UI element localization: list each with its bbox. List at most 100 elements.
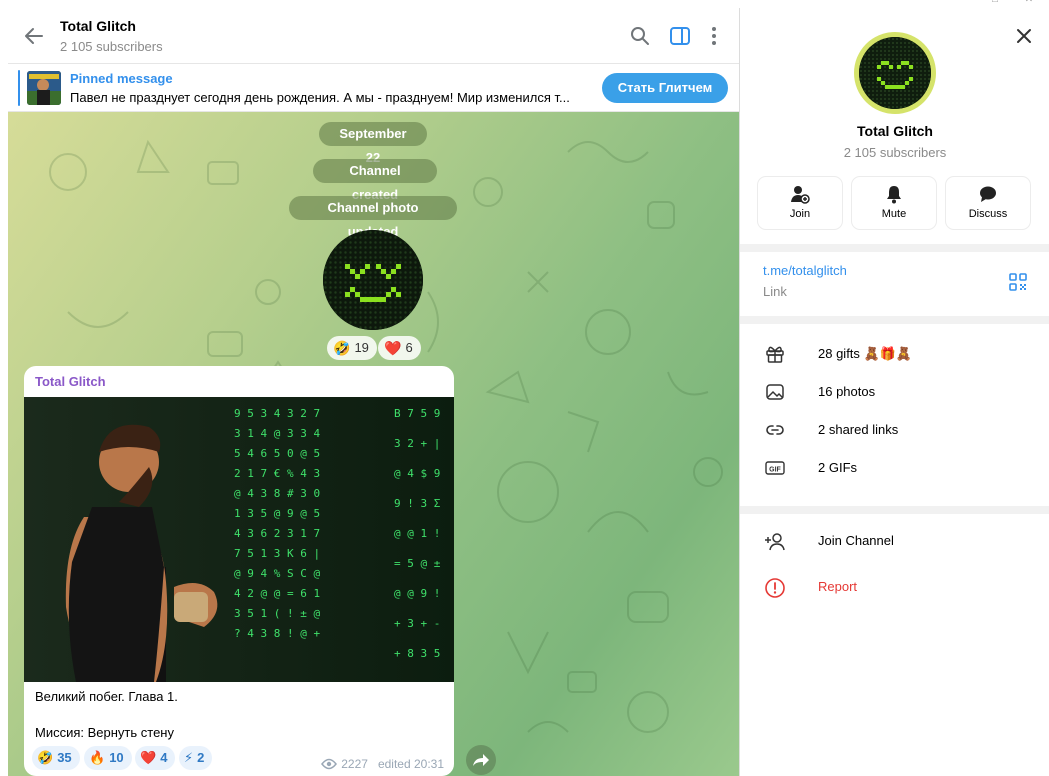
channel-photo[interactable]	[323, 230, 423, 330]
search-icon[interactable]	[628, 24, 652, 48]
rofl-emoji: 🤣	[333, 340, 351, 356]
gif-icon: GIF	[765, 461, 785, 475]
channel-info-panel: Total Glitch 2 105 subscribers Join Mute…	[739, 8, 1049, 776]
minimize-icon[interactable]: –	[954, 0, 968, 5]
svg-text:7 5 1 3 K 6 |: 7 5 1 3 K 6 |	[234, 547, 320, 560]
chat-subscribers: 2 105 subscribers	[60, 39, 163, 54]
report-row[interactable]: Report	[740, 567, 1049, 607]
more-menu-icon[interactable]	[702, 24, 726, 48]
sidebar-toggle-icon[interactable]	[668, 24, 692, 48]
post-text-line2: Миссия: Вернуть стену	[35, 725, 174, 740]
svg-text:2 1 7 € % 4 3: 2 1 7 € % 4 3	[234, 467, 320, 480]
chat-background: September 22 Channel created Channel pho…	[8, 112, 739, 776]
pinned-thumbnail	[27, 71, 61, 105]
svg-text:? 4 3 8 ! @ +: ? 4 3 8 ! @ +	[234, 627, 320, 640]
reaction-count: 4	[160, 750, 168, 765]
fire-emoji: 🔥	[89, 750, 106, 765]
panel-channel-title: Total Glitch	[857, 123, 933, 139]
link-icon	[766, 425, 784, 435]
chat-bubble-icon	[980, 186, 996, 202]
channel-info-header: Total Glitch 2 105 subscribers Join Mute…	[740, 8, 1049, 244]
post-image[interactable]: 9 5 3 4 3 2 7 3 1 4 @ 3 3 4 5 4 6 5 0 @ 5…	[24, 397, 454, 682]
svg-text:9 5 3 4 3 2 7: 9 5 3 4 3 2 7	[234, 407, 320, 420]
link-label: Link	[763, 284, 787, 299]
channel-link[interactable]: t.me/totalglitch	[763, 263, 847, 278]
post-text-line1: Великий побег. Глава 1.	[35, 689, 178, 704]
gifs-text: 2 GIFs	[818, 460, 858, 475]
svg-text:B 7 5 9: B 7 5 9	[394, 407, 440, 420]
post-author[interactable]: Total Glitch	[35, 374, 106, 389]
add-user-icon	[765, 533, 785, 551]
svg-text:5 4 6 5 0 @ 5: 5 4 6 5 0 @ 5	[234, 447, 320, 460]
mute-label: Mute	[881, 208, 907, 220]
svg-text:@ @ 9 !: @ @ 9 !	[394, 587, 440, 600]
svg-text:@ 4 3 8 # 3 0: @ 4 3 8 # 3 0	[234, 487, 320, 500]
discuss-button[interactable]: Discuss	[946, 177, 1030, 229]
reaction-count: 6	[405, 340, 413, 355]
pinned-indicator	[18, 70, 20, 106]
chat-column: Total Glitch 2 105 subscribers Pinned me…	[8, 8, 739, 776]
bell-icon	[887, 186, 901, 204]
edited-time: edited 20:31	[377, 757, 444, 771]
gifs-row[interactable]: GIF 2 GIFs	[740, 449, 1049, 487]
maximize-icon[interactable]: □	[988, 0, 1002, 5]
chat-title[interactable]: Total Glitch	[60, 18, 136, 34]
pinned-message-bar[interactable]: Pinned message Павел не празднует сегодн…	[8, 64, 739, 112]
reaction-heart[interactable]: ❤️ 6	[378, 336, 421, 360]
gifts-row[interactable]: 28 gifts 🧸🎁🧸	[740, 335, 1049, 373]
shared-links-text: 2 shared links	[818, 422, 899, 437]
reaction-count: 19	[354, 340, 369, 355]
report-text: Report	[818, 579, 858, 594]
view-count: 2227	[341, 757, 368, 771]
join-button[interactable]: Join	[758, 177, 842, 229]
svg-text:@ @ 1 !: @ @ 1 !	[394, 527, 440, 540]
svg-text:9 ! 3 Σ: 9 ! 3 Σ	[394, 497, 441, 510]
svg-text:+ 8 3 5: + 8 3 5	[394, 647, 440, 660]
date-separator: September 22	[319, 122, 427, 165]
shared-media-section: 28 gifts 🧸🎁🧸 16 photos 2 shared links GI…	[740, 324, 1049, 506]
svg-text:3 2 + |: 3 2 + |	[394, 437, 440, 450]
post-reaction-heart[interactable]: ❤️ 4	[135, 746, 176, 770]
discuss-label: Discuss	[968, 208, 1008, 220]
heart-emoji: ❤️	[384, 340, 402, 356]
close-icon[interactable]	[1012, 24, 1036, 48]
reaction-rofl[interactable]: 🤣 19	[327, 336, 377, 360]
post-reaction-fire[interactable]: 🔥 10	[84, 746, 132, 770]
pinned-title: Pinned message	[70, 71, 173, 86]
photo-icon	[766, 384, 784, 400]
become-glitch-button[interactable]: Стать Глитчем	[602, 73, 728, 103]
qr-code-icon[interactable]	[1008, 272, 1028, 292]
svg-text:3 5 1 ( ! ± @: 3 5 1 ( ! ± @	[234, 607, 320, 620]
svg-text:4 2 @ @ = 6 1: 4 2 @ @ = 6 1	[234, 587, 320, 600]
photos-row[interactable]: 16 photos	[740, 373, 1049, 411]
gifts-text: 28 gifts 🧸🎁🧸	[818, 346, 913, 361]
post-reaction-rofl[interactable]: 🤣 35	[32, 746, 80, 770]
svg-text:4 3 6 2 3 1 7: 4 3 6 2 3 1 7	[234, 527, 320, 540]
join-label: Join	[789, 208, 811, 220]
heart-emoji: ❤️	[140, 750, 157, 765]
chat-header: Total Glitch 2 105 subscribers	[8, 8, 739, 64]
window-close-icon[interactable]: ✕	[1022, 0, 1036, 5]
service-channel-created: Channel created	[313, 159, 437, 202]
gift-emojis: 🧸🎁🧸	[863, 346, 913, 361]
svg-text:@ 4 $ 9: @ 4 $ 9	[394, 467, 440, 480]
svg-text:= 5 @ ±: = 5 @ ±	[394, 557, 441, 570]
join-channel-row[interactable]: Join Channel	[740, 521, 1049, 561]
post-reaction-lightning[interactable]: ⚡ 2	[179, 746, 213, 770]
add-user-icon	[791, 186, 810, 204]
pinned-text: Павел не празднует сегодня день рождения…	[70, 90, 570, 105]
channel-avatar[interactable]	[854, 32, 936, 114]
shared-links-row[interactable]: 2 shared links	[740, 411, 1049, 449]
forward-button[interactable]	[466, 745, 496, 775]
link-section: t.me/totalglitch Link	[740, 252, 1049, 316]
svg-text:3 1 4 @ 3 3 4: 3 1 4 @ 3 3 4	[234, 427, 320, 440]
reaction-count: 35	[57, 750, 72, 765]
reaction-count: 2	[197, 750, 205, 765]
svg-text:+ 3 + -: + 3 + -	[394, 617, 440, 630]
back-arrow-icon[interactable]	[22, 24, 46, 48]
photos-text: 16 photos	[818, 384, 876, 399]
mute-button[interactable]: Mute	[852, 177, 936, 229]
channel-post[interactable]: Total Glitch 9 5 3 4 3 2 7 3 1 4 @ 3 3 4 …	[24, 366, 454, 776]
post-meta: 2227 edited 20:31	[321, 757, 444, 771]
channel-actions-section: Join Channel Report	[740, 514, 1049, 776]
